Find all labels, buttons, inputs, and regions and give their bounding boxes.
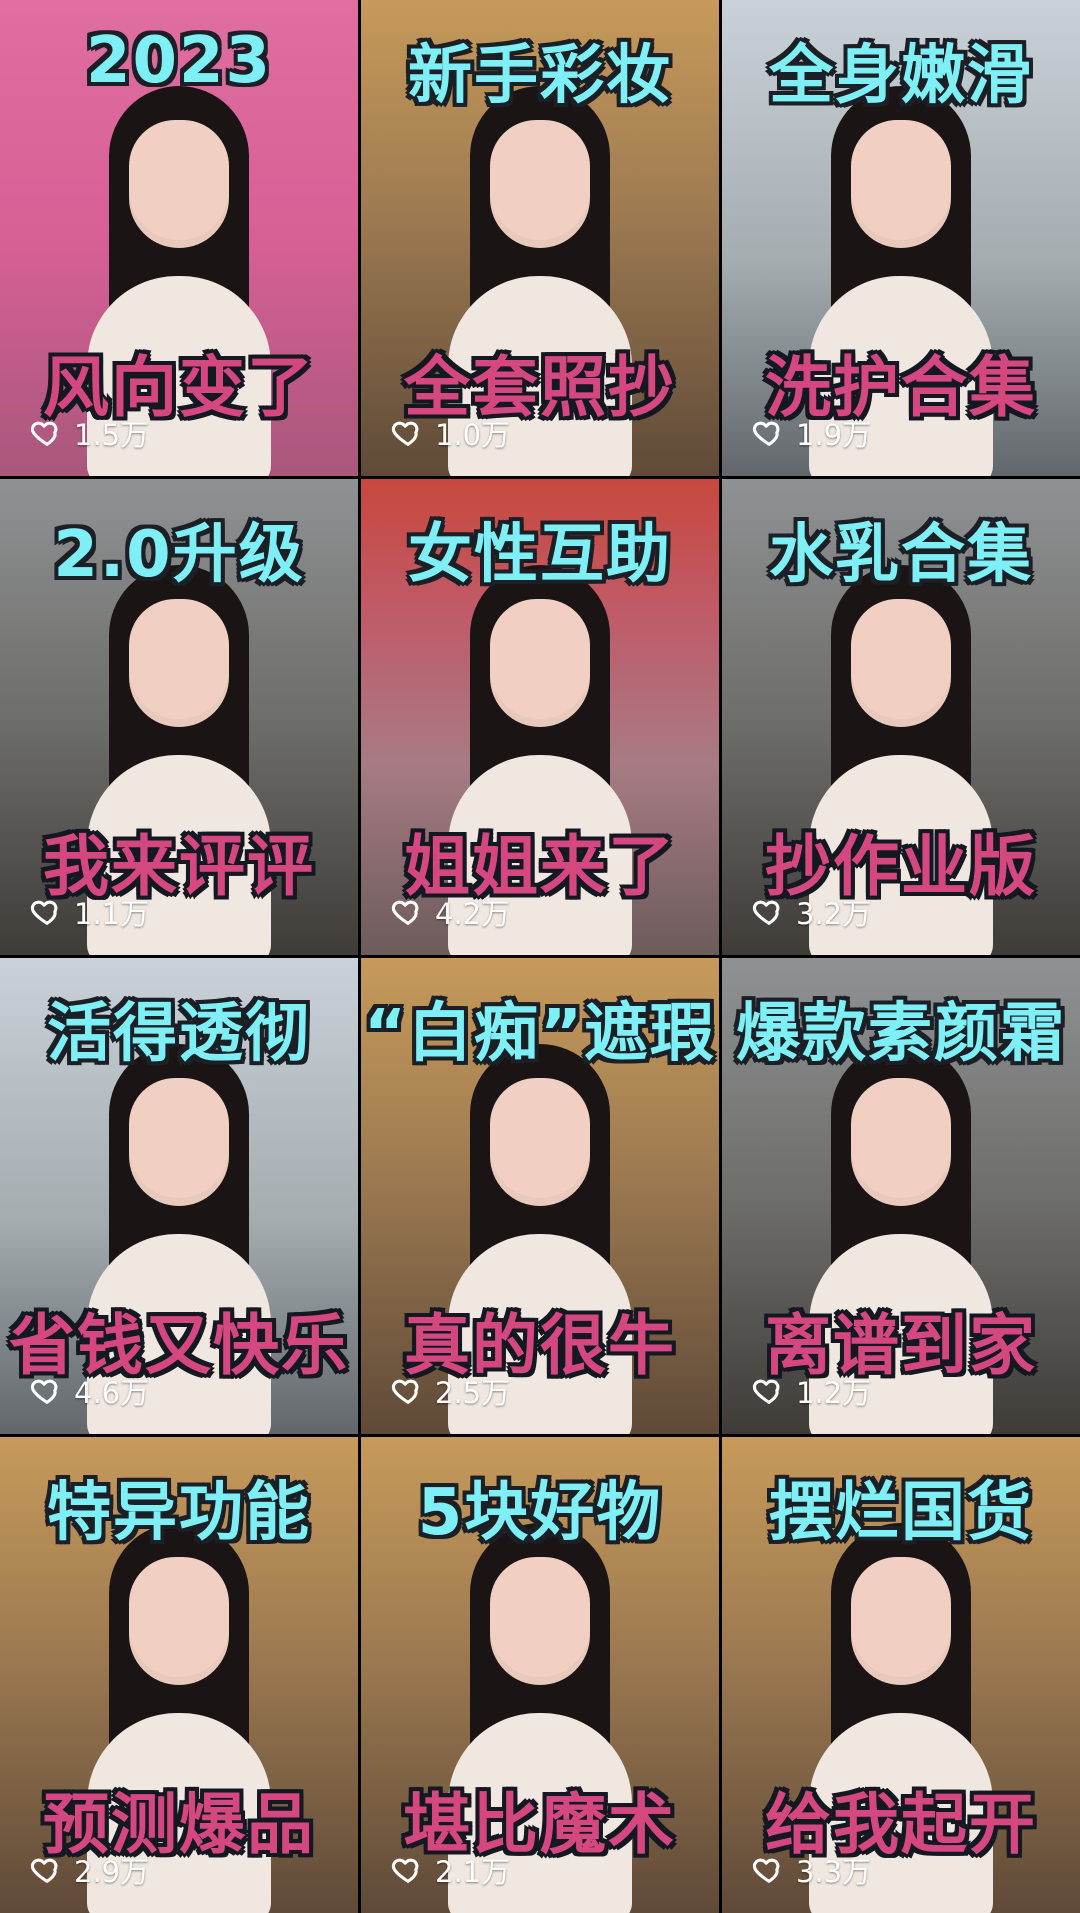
video-tile[interactable]: 2023 风向变了 1.5万 — [0, 0, 358, 476]
thumbnail-title-top: 爆款素颜霜 — [736, 997, 1066, 1071]
video-tile[interactable]: 女性互助 姐姐来了 4.2万 — [361, 479, 719, 955]
like-count-value: 1.9万 — [796, 418, 872, 452]
video-tile[interactable]: 特异功能 预测爆品 2.9万 — [0, 1437, 358, 1913]
like-count: 4.6万 — [30, 1370, 149, 1412]
heart-icon — [752, 1853, 786, 1887]
thumbnail-title-top: 女性互助 — [408, 518, 672, 592]
like-count-value: 4.2万 — [435, 897, 511, 931]
video-tile[interactable]: 爆款素颜霜 离谱到家 1.2万 — [722, 958, 1080, 1434]
like-count: 2.9万 — [30, 1849, 149, 1891]
thumbnail-title-top: 2.0升级 — [53, 518, 305, 592]
video-tile[interactable]: 5块好物 堪比魔术 2.1万 — [361, 1437, 719, 1913]
like-count: 1.1万 — [30, 891, 149, 933]
like-count-value: 4.6万 — [74, 1376, 150, 1410]
like-count-value: 2.1万 — [435, 1855, 511, 1889]
heart-icon — [391, 416, 425, 450]
heart-icon — [30, 1853, 64, 1887]
video-tile[interactable]: 摆烂国货 给我起开 3.3万 — [722, 1437, 1080, 1913]
thumbnail-title-top: 新手彩妆 — [408, 39, 672, 113]
thumbnail-title-top: 全身嫩滑 — [769, 39, 1033, 113]
like-count-value: 3.2万 — [796, 897, 872, 931]
like-count: 3.2万 — [752, 891, 871, 933]
like-count-value: 3.3万 — [796, 1855, 872, 1889]
heart-icon — [752, 895, 786, 929]
like-count: 3.3万 — [752, 1849, 871, 1891]
heart-icon — [752, 416, 786, 450]
like-count: 4.2万 — [391, 891, 510, 933]
thumbnail-title-top: 活得透彻 — [47, 997, 311, 1071]
like-count: 1.9万 — [752, 412, 871, 454]
like-count-value: 1.5万 — [74, 418, 150, 452]
like-count-value: 1.1万 — [74, 897, 150, 931]
like-count: 2.1万 — [391, 1849, 510, 1891]
thumbnail-title-top: 5块好物 — [417, 1476, 663, 1550]
like-count: 2.5万 — [391, 1370, 510, 1412]
like-count: 1.5万 — [30, 412, 149, 454]
thumbnail-title-top: “白痴”遮瑕 — [363, 997, 717, 1071]
like-count: 1.2万 — [752, 1370, 871, 1412]
video-grid: 2023 风向变了 1.5万 新手彩妆 全套照抄 1.0万 全身嫩滑 洗护合集 — [0, 0, 1080, 1913]
like-count: 1.0万 — [391, 412, 510, 454]
video-tile[interactable]: 2.0升级 我来评评 1.1万 — [0, 479, 358, 955]
thumbnail-title-top: 2023 — [85, 24, 273, 98]
heart-icon — [30, 1374, 64, 1408]
heart-icon — [30, 416, 64, 450]
heart-icon — [391, 895, 425, 929]
like-count-value: 2.5万 — [435, 1376, 511, 1410]
video-tile[interactable]: 水乳合集 抄作业版 3.2万 — [722, 479, 1080, 955]
thumbnail-title-top: 摆烂国货 — [769, 1476, 1033, 1550]
heart-icon — [752, 1374, 786, 1408]
like-count-value: 1.0万 — [435, 418, 511, 452]
thumbnail-title-top: 水乳合集 — [769, 518, 1033, 592]
video-tile[interactable]: 活得透彻 省钱又快乐 4.6万 — [0, 958, 358, 1434]
video-tile[interactable]: “白痴”遮瑕 真的很牛 2.5万 — [361, 958, 719, 1434]
like-count-value: 1.2万 — [796, 1376, 872, 1410]
heart-icon — [391, 1374, 425, 1408]
heart-icon — [391, 1853, 425, 1887]
video-tile[interactable]: 全身嫩滑 洗护合集 1.9万 — [722, 0, 1080, 476]
thumbnail-title-top: 特异功能 — [47, 1476, 311, 1550]
heart-icon — [30, 895, 64, 929]
like-count-value: 2.9万 — [74, 1855, 150, 1889]
video-tile[interactable]: 新手彩妆 全套照抄 1.0万 — [361, 0, 719, 476]
